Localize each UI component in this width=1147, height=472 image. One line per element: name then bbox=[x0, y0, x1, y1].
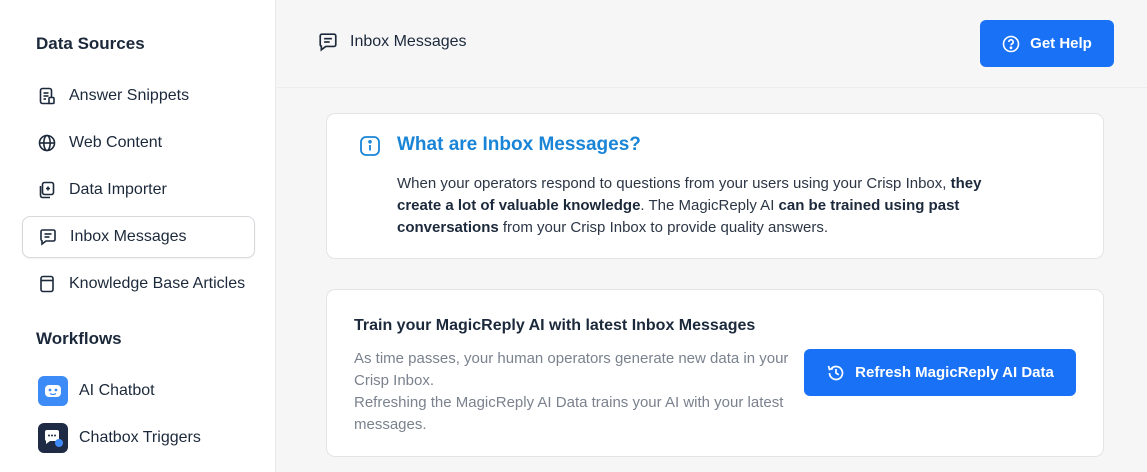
sidebar-item-label: Data Importer bbox=[69, 181, 167, 198]
train-description-line-2: Refreshing the MagicReply AI Data trains… bbox=[354, 394, 784, 433]
chat-trigger-icon bbox=[38, 423, 68, 453]
info-title: What are Inbox Messages? bbox=[397, 134, 641, 155]
sidebar: Data Sources Answer Snippets Web Content… bbox=[0, 0, 276, 472]
sidebar-item-label: Inbox Messages bbox=[70, 228, 187, 245]
train-title: Train your MagicReply AI with latest Inb… bbox=[354, 317, 756, 334]
history-icon bbox=[826, 363, 846, 383]
message-icon bbox=[38, 227, 58, 247]
book-icon bbox=[37, 274, 57, 294]
get-help-label: Get Help bbox=[1030, 35, 1092, 52]
train-description-line-1: As time passes, your human operators gen… bbox=[354, 350, 789, 389]
workflows-heading: Workflows bbox=[36, 329, 122, 348]
sidebar-item-label: Answer Snippets bbox=[69, 87, 190, 104]
train-card: Train your MagicReply AI with latest Inb… bbox=[326, 289, 1104, 457]
globe-icon bbox=[37, 133, 57, 153]
refresh-button-label: Refresh MagicReply AI Data bbox=[855, 364, 1054, 381]
robot-icon bbox=[38, 376, 68, 406]
sidebar-item-inbox-messages[interactable]: Inbox Messages bbox=[22, 216, 255, 258]
sidebar-item-chatbox-triggers[interactable]: Chatbox Triggers bbox=[22, 417, 255, 459]
info-body-text-3: from your Crisp Inbox to provide quality… bbox=[498, 219, 829, 236]
page-title: Inbox Messages bbox=[317, 32, 467, 52]
info-body: When your operators respond to questions… bbox=[397, 173, 1017, 239]
info-body-text-1: When your operators respond to questions… bbox=[397, 175, 951, 192]
sidebar-item-label: AI Chatbot bbox=[79, 382, 155, 399]
info-body-text-2: . The MagicReply AI bbox=[640, 197, 779, 214]
help-icon bbox=[1002, 35, 1020, 53]
sidebar-item-label: Chatbox Triggers bbox=[79, 429, 201, 446]
sidebar-item-knowledge-base[interactable]: Knowledge Base Articles bbox=[22, 263, 255, 305]
sidebar-item-answer-snippets[interactable]: Answer Snippets bbox=[22, 75, 255, 117]
sidebar-item-label: Knowledge Base Articles bbox=[69, 275, 246, 292]
refresh-ai-data-button[interactable]: Refresh MagicReply AI Data bbox=[804, 349, 1076, 396]
info-card: What are Inbox Messages? When your opera… bbox=[326, 113, 1104, 259]
document-list-icon bbox=[37, 86, 57, 106]
train-description: As time passes, your human operators gen… bbox=[354, 348, 794, 436]
sidebar-item-ai-chatbot[interactable]: AI Chatbot bbox=[22, 370, 255, 412]
sidebar-item-data-importer[interactable]: Data Importer bbox=[22, 169, 255, 211]
page-title-text: Inbox Messages bbox=[350, 33, 467, 50]
sidebar-item-label: Web Content bbox=[69, 134, 163, 151]
import-icon bbox=[37, 180, 57, 200]
data-sources-heading: Data Sources bbox=[36, 34, 145, 53]
get-help-button[interactable]: Get Help bbox=[980, 20, 1114, 67]
info-icon bbox=[359, 135, 381, 162]
message-icon bbox=[317, 32, 339, 52]
sidebar-item-web-content[interactable]: Web Content bbox=[22, 122, 255, 164]
